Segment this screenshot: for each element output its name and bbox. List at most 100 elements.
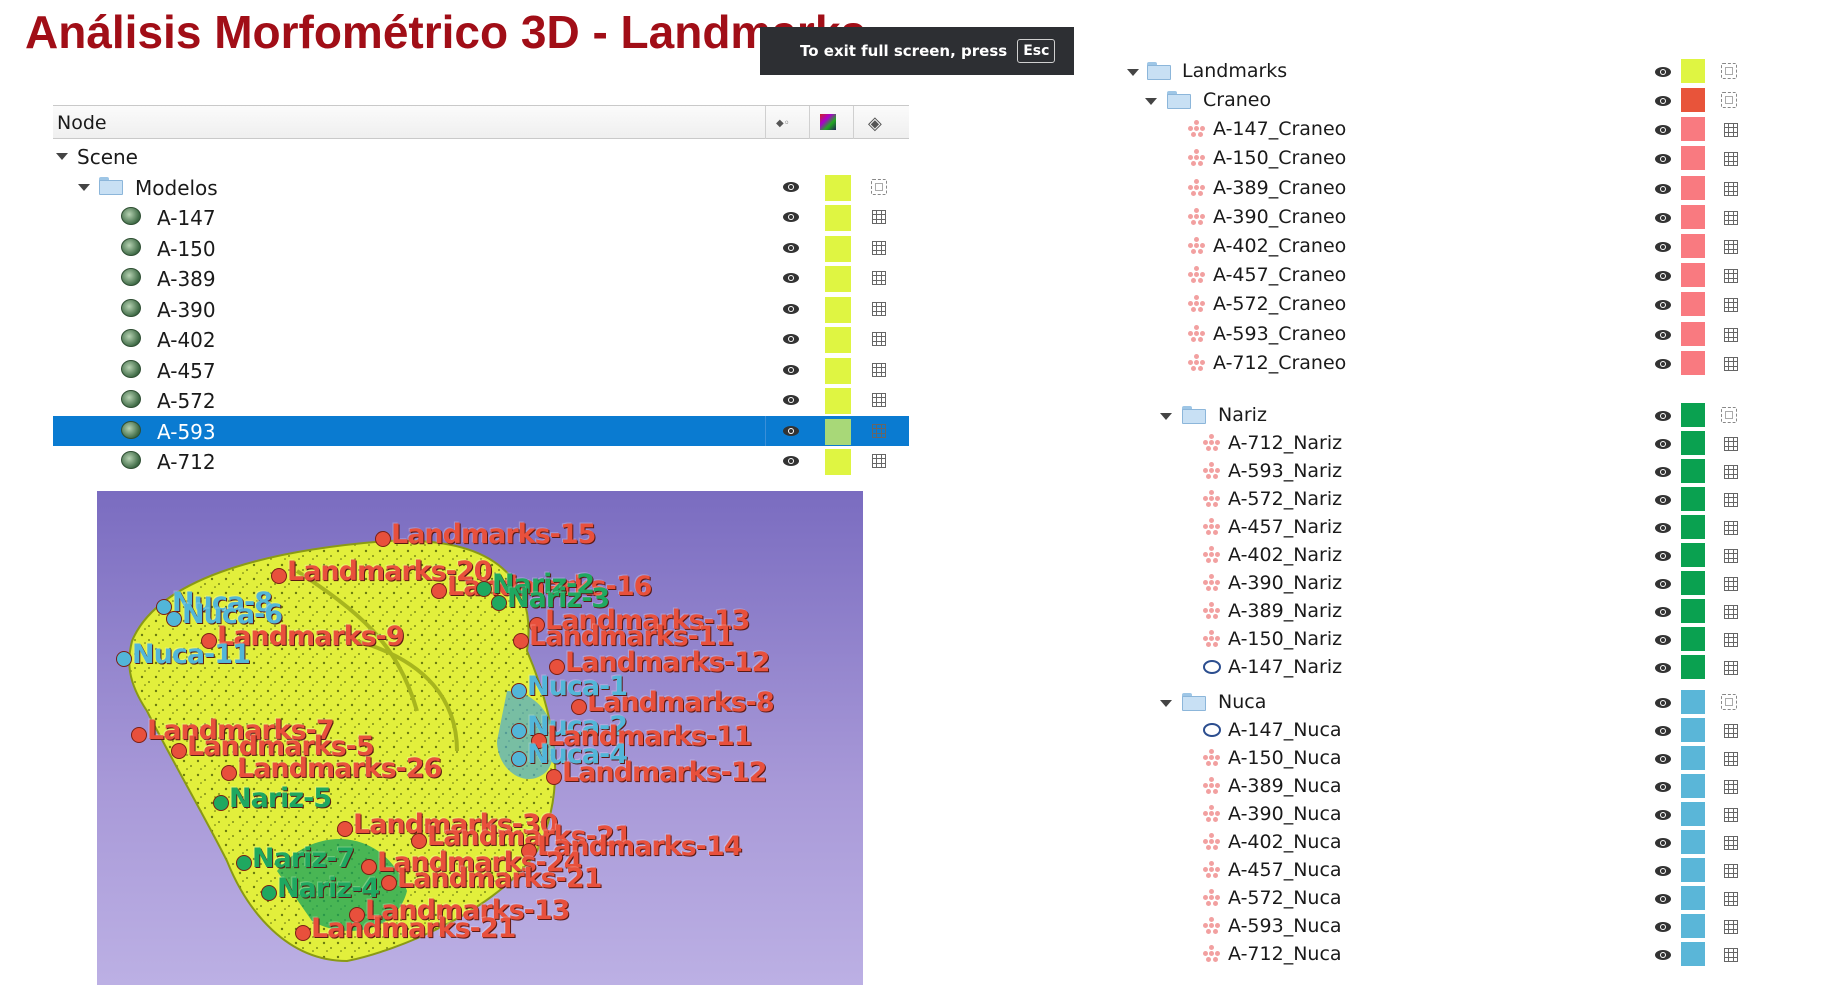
tree-row-landmark-a-593_nariz[interactable]: A-593_Nariz	[1125, 457, 1765, 485]
visibility-eye-icon[interactable]	[1655, 300, 1671, 311]
transform-grid-icon[interactable]	[1724, 605, 1738, 619]
color-swatch[interactable]	[1681, 431, 1705, 455]
tree-row-landmark-a-593_nuca[interactable]: A-593_Nuca	[1125, 912, 1765, 940]
tree-row-folder-craneo[interactable]: Craneo	[1125, 86, 1765, 114]
visibility-eye-icon[interactable]	[1655, 754, 1671, 764]
landmark-marker[interactable]	[375, 531, 391, 547]
expand-chevron-icon[interactable]	[1145, 98, 1157, 105]
color-swatch[interactable]	[1681, 263, 1705, 288]
visibility-eye-icon[interactable]	[1655, 467, 1671, 477]
color-swatch[interactable]	[1681, 886, 1705, 910]
tree-row-model[interactable]: A-402	[53, 324, 909, 354]
subject-hierarchy-tree[interactable]: Node ◆◦ ◈ Scene Modelos A-147 A-150 A-389 A-3…	[53, 105, 909, 475]
color-swatch[interactable]	[1681, 204, 1705, 229]
landmark-marker[interactable]	[337, 821, 353, 837]
color-swatch[interactable]	[825, 388, 851, 414]
visibility-eye-icon[interactable]	[1655, 212, 1671, 223]
landmark-marker[interactable]	[271, 568, 287, 584]
folder-transform-icon[interactable]	[1721, 63, 1737, 79]
transform-grid-icon[interactable]	[1724, 327, 1738, 342]
column-header-visibility[interactable]: ◆◦	[765, 106, 790, 139]
transform-grid-icon[interactable]	[1724, 752, 1738, 766]
landmarks-tree[interactable]: Landmarks Craneo A-147_Craneo A-150_Craneo A…	[1125, 52, 1765, 972]
visibility-eye-icon[interactable]	[1655, 782, 1671, 792]
visibility-eye-icon[interactable]	[1655, 866, 1671, 876]
folder-transform-icon[interactable]	[871, 178, 887, 195]
tree-row-landmark-a-147_craneo[interactable]: A-147_Craneo	[1125, 115, 1765, 143]
color-swatch[interactable]	[1681, 690, 1705, 714]
tree-row-landmark-a-712_nariz[interactable]: A-712_Nariz	[1125, 429, 1765, 457]
color-swatch[interactable]	[825, 205, 851, 231]
tree-row-landmark-a-712_nuca[interactable]: A-712_Nuca	[1125, 940, 1765, 968]
tree-row-folder-nariz[interactable]: Nariz	[1125, 401, 1765, 429]
folder-transform-icon[interactable]	[1721, 694, 1737, 710]
visibility-eye-icon[interactable]	[783, 334, 799, 344]
visibility-eye-icon[interactable]	[783, 395, 799, 405]
color-swatch[interactable]	[1681, 350, 1705, 375]
color-swatch[interactable]	[825, 235, 851, 262]
visibility-eye-icon[interactable]	[1655, 271, 1671, 282]
landmark-marker[interactable]	[166, 611, 182, 627]
color-swatch[interactable]	[1681, 914, 1705, 938]
tree-row-model[interactable]: A-389	[53, 263, 909, 293]
color-swatch[interactable]	[1681, 543, 1705, 567]
transform-grid-icon[interactable]	[1724, 633, 1738, 647]
visibility-eye-icon[interactable]	[1655, 950, 1671, 960]
landmark-marker[interactable]	[171, 743, 187, 759]
column-header-transform[interactable]: ◈	[853, 106, 882, 139]
tree-row-model[interactable]: A-572	[53, 385, 909, 415]
color-swatch[interactable]	[825, 296, 851, 323]
color-swatch[interactable]	[1681, 403, 1705, 427]
color-swatch[interactable]	[1681, 459, 1705, 483]
tree-row-landmark-a-147_nuca[interactable]: A-147_Nuca	[1125, 716, 1765, 744]
transform-grid-icon[interactable]	[872, 362, 886, 377]
tree-row-landmark-a-572_nuca[interactable]: A-572_Nuca	[1125, 884, 1765, 912]
tree-row-model[interactable]: A-147	[53, 202, 909, 232]
landmark-marker[interactable]	[513, 633, 529, 649]
color-swatch[interactable]	[1681, 774, 1705, 798]
transform-grid-icon[interactable]	[1724, 948, 1738, 962]
visibility-eye-icon[interactable]	[1655, 607, 1671, 617]
landmark-marker[interactable]	[116, 651, 132, 667]
tree-row-folder-modelos[interactable]: Modelos	[53, 172, 909, 202]
color-swatch[interactable]	[1681, 487, 1705, 511]
tree-row-landmark-a-402_nuca[interactable]: A-402_Nuca	[1125, 828, 1765, 856]
transform-grid-icon[interactable]	[1724, 724, 1738, 738]
tree-row-landmark-a-593_craneo[interactable]: A-593_Craneo	[1125, 320, 1765, 348]
color-swatch[interactable]	[825, 357, 851, 384]
visibility-eye-icon[interactable]	[783, 212, 799, 222]
transform-grid-icon[interactable]	[872, 454, 886, 468]
transform-grid-icon[interactable]	[1724, 493, 1738, 507]
transform-grid-icon[interactable]	[1724, 864, 1738, 878]
expand-chevron-icon[interactable]	[1160, 413, 1172, 420]
color-swatch[interactable]	[1681, 802, 1705, 826]
tree-row-landmark-a-389_nuca[interactable]: A-389_Nuca	[1125, 772, 1765, 800]
color-swatch[interactable]	[1681, 234, 1705, 258]
tree-row-scene[interactable]: Scene	[53, 141, 909, 171]
visibility-eye-icon[interactable]	[1655, 894, 1671, 904]
column-header-color[interactable]	[809, 106, 836, 139]
tree-row-folder-landmarks[interactable]: Landmarks	[1125, 57, 1765, 85]
color-swatch[interactable]	[1681, 515, 1705, 539]
visibility-eye-icon[interactable]	[1655, 67, 1671, 77]
tree-row-landmark-a-389_nariz[interactable]: A-389_Nariz	[1125, 597, 1765, 625]
transform-grid-icon[interactable]	[1724, 152, 1738, 167]
tree-row-landmark-a-150_nuca[interactable]: A-150_Nuca	[1125, 744, 1765, 772]
color-swatch[interactable]	[1681, 321, 1705, 346]
transform-grid-icon[interactable]	[872, 332, 886, 346]
landmark-marker[interactable]	[476, 581, 492, 597]
transform-grid-icon[interactable]	[1724, 836, 1738, 850]
visibility-eye-icon[interactable]	[1655, 523, 1671, 533]
tree-row-landmark-a-572_craneo[interactable]: A-572_Craneo	[1125, 290, 1765, 318]
color-swatch[interactable]	[1681, 718, 1705, 742]
tree-row-landmark-a-150_craneo[interactable]: A-150_Craneo	[1125, 144, 1765, 172]
visibility-eye-icon[interactable]	[1655, 358, 1671, 369]
color-swatch[interactable]	[825, 266, 851, 292]
3d-view[interactable]: Landmarks-15 Landmarks-20 Landmarks-16 Nari…	[97, 491, 863, 985]
column-header-node[interactable]: Node	[57, 112, 107, 134]
visibility-eye-icon[interactable]	[783, 273, 799, 283]
color-swatch[interactable]	[1681, 746, 1705, 770]
tree-row-model[interactable]: A-457	[53, 355, 909, 385]
tree-row-landmark-a-150_nariz[interactable]: A-150_Nariz	[1125, 625, 1765, 653]
tree-row-model[interactable]: A-390	[53, 294, 909, 324]
